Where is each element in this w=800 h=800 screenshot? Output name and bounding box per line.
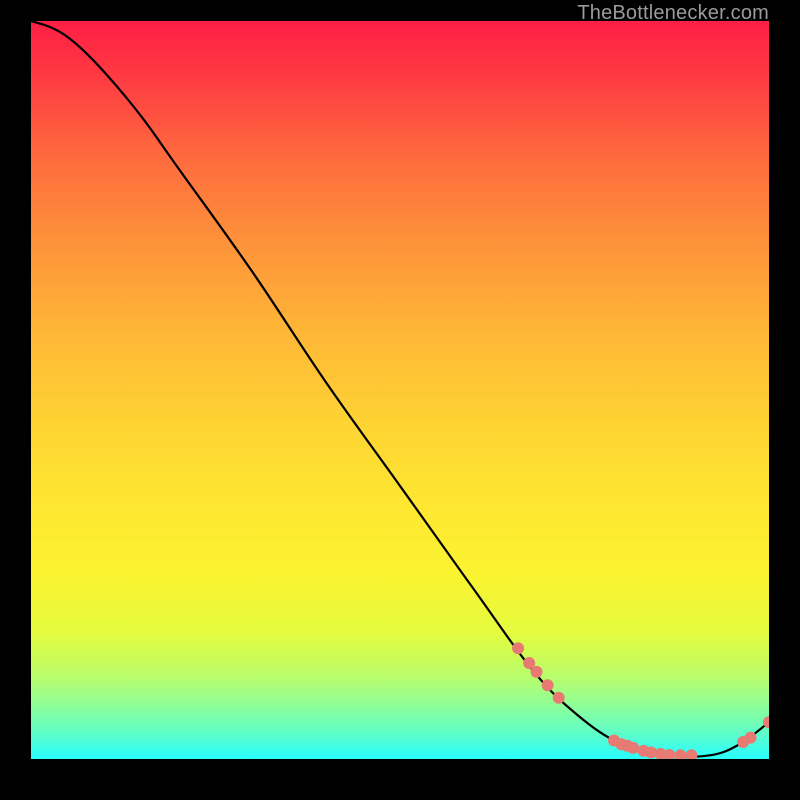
- data-markers: [512, 642, 769, 759]
- data-marker: [745, 732, 757, 744]
- data-marker: [531, 666, 543, 678]
- data-marker: [674, 749, 686, 759]
- data-marker: [686, 749, 698, 759]
- bottleneck-curve: [31, 21, 769, 757]
- data-marker: [542, 679, 554, 691]
- chart-overlay: [31, 21, 769, 759]
- data-marker: [512, 642, 524, 654]
- data-marker: [553, 692, 565, 704]
- data-marker: [627, 742, 639, 754]
